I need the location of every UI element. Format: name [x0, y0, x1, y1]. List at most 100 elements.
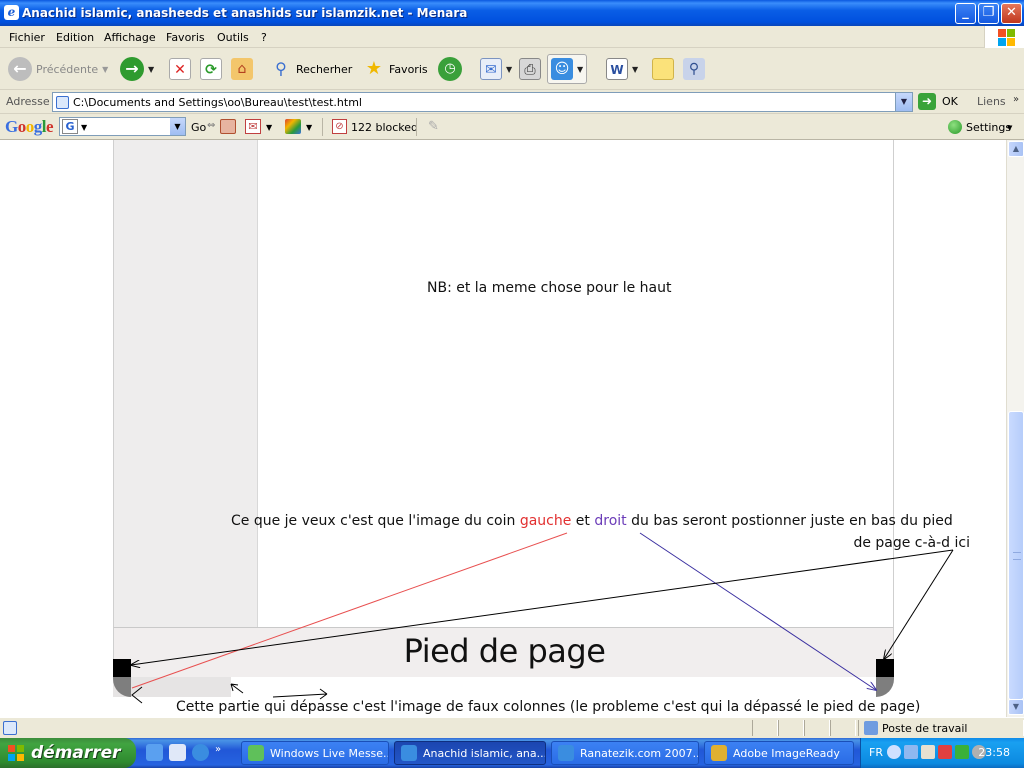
favorites-button[interactable]: ★ Favoris [363, 54, 428, 84]
task-browser[interactable]: Anachid islamic, ana... [394, 741, 546, 765]
note-icon [652, 58, 674, 80]
status-bar: Poste de travail [0, 717, 1024, 738]
arrows-icon[interactable]: ⇔ [207, 120, 215, 131]
forward-arrow-icon: → [120, 57, 144, 81]
scroll-down-button[interactable]: ▼ [1008, 699, 1024, 715]
chevron-down-icon[interactable]: ▼ [266, 123, 272, 132]
explain-mid: et [571, 513, 595, 529]
scroll-thumb[interactable] [1008, 411, 1024, 700]
play-icon[interactable] [955, 745, 969, 759]
go-arrow-icon: ➜ [918, 93, 936, 110]
ie-icon [401, 745, 417, 761]
bookmarks-icon[interactable] [285, 119, 301, 134]
menu-favoris[interactable]: Favoris [166, 31, 205, 44]
gmail-icon[interactable]: ✉ [245, 119, 261, 134]
pagerank-icon[interactable] [220, 119, 236, 134]
toolbar: ← Précédente ▼ → ▼ ✕ ⟳ ⌂ ⚲ Recherher ★ F… [0, 48, 1024, 90]
chevron-right-icon[interactable]: » [215, 744, 223, 761]
research-icon: ⚲ [683, 58, 705, 80]
nb-note: NB: et la meme chose pour le haut [427, 280, 672, 296]
edit-button[interactable]: W ▼ [606, 54, 638, 84]
address-input[interactable]: C:\Documents and Settings\oo\Bureau\test… [52, 92, 913, 112]
chevron-down-icon[interactable]: ▼ [306, 123, 312, 132]
chevron-down-icon[interactable]: ▼ [895, 93, 912, 111]
task-label: Windows Live Messe... [270, 746, 389, 760]
address-bar: Adresse C:\Documents and Settings\oo\Bur… [0, 90, 1024, 114]
search-icon: ⚲ [275, 59, 287, 78]
minimize-button[interactable]: _ [955, 3, 976, 24]
links-button[interactable]: Liens [977, 95, 1006, 108]
search-button[interactable]: ⚲ Recherher [270, 54, 352, 84]
chevron-down-icon: ▼ [577, 64, 584, 74]
refresh-button[interactable]: ⟳ [200, 54, 222, 84]
chevron-down-icon: ▼ [81, 123, 88, 132]
task-imageready[interactable]: Adobe ImageReady [704, 741, 854, 765]
chevron-down-icon: ▼ [102, 64, 109, 74]
menu-edition[interactable]: Edition [56, 31, 94, 44]
maximize-button[interactable]: ❐ [978, 3, 999, 24]
zone-label: Poste de travail [882, 721, 968, 735]
vertical-scrollbar[interactable]: ▲ ▼ [1006, 140, 1024, 717]
google-logo[interactable]: Google [5, 117, 54, 137]
page-status-icon [3, 721, 17, 735]
browser-window: e Anachid islamic, anasheeds et anashids… [0, 0, 1024, 768]
forward-button[interactable]: → ▼ [120, 54, 154, 84]
highlight-icon[interactable]: ✎ [428, 119, 441, 134]
back-icon[interactable] [887, 745, 901, 759]
blocked-count[interactable]: 122 blocked [351, 121, 418, 134]
start-label: démarrer [31, 743, 121, 763]
scroll-up-button[interactable]: ▲ [1008, 141, 1024, 157]
settings-button[interactable]: Settings [966, 121, 1011, 134]
google-go-button[interactable]: Go [191, 121, 206, 134]
go-button[interactable]: ➜ OK [918, 93, 958, 110]
page-viewport: NB: et la meme chose pour le haut Ce que… [0, 140, 1006, 717]
messenger-button[interactable]: ☺ ▼ [547, 54, 588, 84]
research-button[interactable]: ⚲ [683, 54, 705, 84]
footer-title: Pied de page [403, 632, 606, 670]
menu-fichier[interactable]: Fichier [9, 31, 45, 44]
menu-help[interactable]: ? [261, 31, 267, 44]
print-button[interactable]: ⎙ [519, 54, 541, 84]
menu-affichage[interactable]: Affichage [104, 31, 156, 44]
google-g-icon: G [62, 119, 78, 134]
chevron-down-icon[interactable]: ▼ [1007, 124, 1012, 132]
google-search-input[interactable]: G ▼ ▼ [59, 117, 186, 136]
page-footer: Pied de page [113, 627, 894, 677]
bottom-note: Cette partie qui dépasse c'est l'image d… [176, 699, 921, 715]
back-label: Précédente [36, 62, 99, 76]
system-tray: FR 23:58 [860, 738, 1024, 768]
close-button[interactable]: ✕ [1001, 3, 1022, 24]
mail-button[interactable]: ✉ ▼ [480, 54, 512, 84]
stop-button[interactable]: ✕ [169, 54, 191, 84]
ie-icon: e [4, 5, 19, 20]
word-icon: W [606, 58, 628, 80]
task-ranatezik[interactable]: Ranatezik.com 2007... [551, 741, 699, 765]
go-label: OK [942, 95, 958, 108]
network-icon[interactable] [904, 745, 918, 759]
computer-icon [864, 721, 878, 735]
corner-right-marker [876, 659, 894, 677]
outlook-icon[interactable] [146, 744, 163, 761]
task-messenger[interactable]: Windows Live Messe... [241, 741, 389, 765]
ie-icon[interactable] [192, 744, 209, 761]
chevron-right-icon[interactable]: » [1013, 94, 1019, 105]
corner-left-marker [113, 659, 131, 677]
back-button[interactable]: ← Précédente ▼ [8, 54, 108, 84]
explanation-text: Ce que je veux c'est que l'image du coin… [228, 510, 1004, 554]
chevron-down-icon: ▼ [632, 64, 639, 74]
task-label: Adobe ImageReady [733, 746, 840, 760]
home-button[interactable]: ⌂ [231, 54, 253, 84]
messenger-icon [248, 745, 264, 761]
corner-right-image [876, 677, 894, 697]
network-icon[interactable] [921, 745, 935, 759]
chevron-down-icon[interactable]: ▼ [170, 118, 185, 135]
alert-icon[interactable] [938, 745, 952, 759]
status-green-icon [948, 120, 962, 134]
language-indicator[interactable]: FR [869, 746, 883, 759]
history-button[interactable]: ◷ [438, 54, 462, 84]
menu-outils[interactable]: Outils [217, 31, 249, 44]
start-button[interactable]: démarrer [0, 738, 136, 768]
title-bar: e Anachid islamic, anasheeds et anashids… [0, 0, 1024, 26]
desktop-icon[interactable] [169, 744, 186, 761]
note-button[interactable] [652, 54, 674, 84]
